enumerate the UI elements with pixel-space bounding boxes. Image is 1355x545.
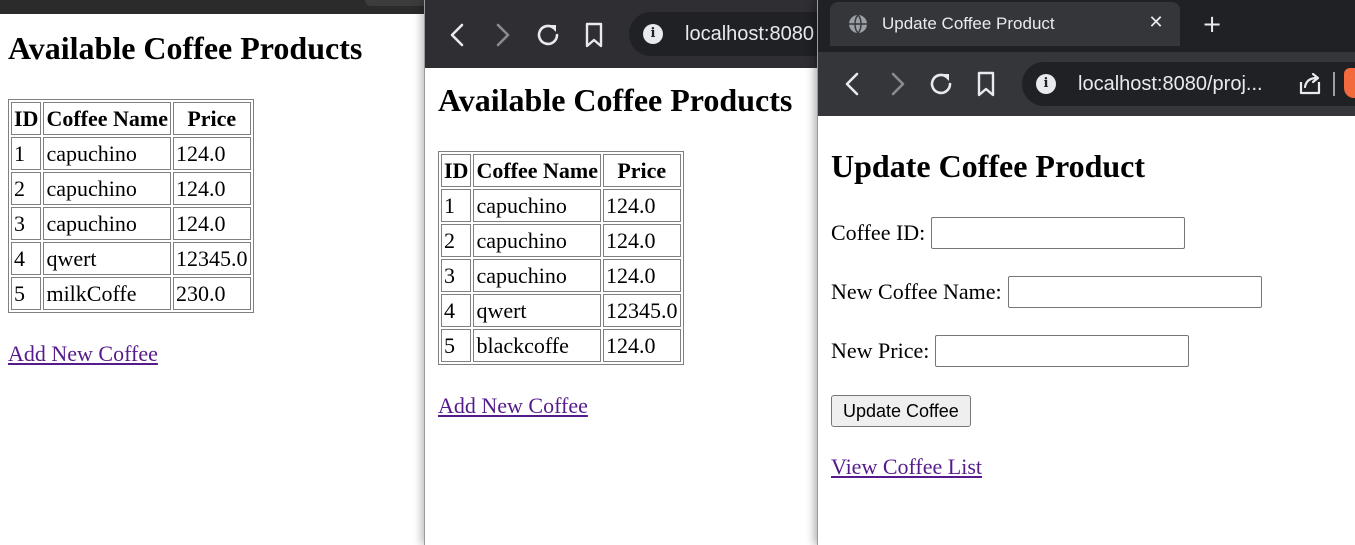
brave-shield-icon[interactable] xyxy=(1344,68,1355,98)
tab-update-coffee[interactable]: Update Coffee Product ✕ xyxy=(830,2,1180,46)
cell-id: 3 xyxy=(441,259,472,292)
cell-price: 12345.0 xyxy=(603,294,681,327)
browser-chrome-strip xyxy=(0,0,430,14)
window-coffee-list-1: Available Coffee Products ID Coffee Name… xyxy=(0,0,430,545)
cell-name: milkCoffe xyxy=(43,277,172,310)
table-row: 2 capuchino 124.0 xyxy=(11,172,251,205)
chevron-left-icon[interactable] xyxy=(443,20,473,50)
table-row: 1 capuchino 124.0 xyxy=(11,137,251,170)
table-header-row: ID Coffee Name Price xyxy=(441,154,681,187)
cell-price: 124.0 xyxy=(603,189,681,222)
cell-price: 124.0 xyxy=(173,207,251,240)
cell-name: capuchino xyxy=(473,259,602,292)
table-row: 1 capuchino 124.0 xyxy=(441,189,681,222)
address-bar[interactable]: i localhost:8080 xyxy=(629,12,824,56)
cell-price: 124.0 xyxy=(173,137,251,170)
cell-id: 1 xyxy=(441,189,472,222)
globe-icon xyxy=(848,14,868,34)
cell-name: blackcoffe xyxy=(473,329,602,362)
cell-name: capuchino xyxy=(43,207,172,240)
cell-name: qwert xyxy=(473,294,602,327)
cell-price: 124.0 xyxy=(173,172,251,205)
cell-id: 4 xyxy=(441,294,472,327)
page-title: Available Coffee Products xyxy=(8,30,363,66)
address-url: localhost:8080 xyxy=(685,23,814,45)
cell-id: 2 xyxy=(11,172,42,205)
add-new-coffee-link[interactable]: Add New Coffee xyxy=(438,393,588,419)
coffee-id-row: Coffee ID: xyxy=(831,217,1186,249)
price-label: New Price: xyxy=(831,338,930,363)
coffee-name-row: New Coffee Name: xyxy=(831,276,1262,308)
cell-price: 124.0 xyxy=(603,259,681,292)
coffee-table: ID Coffee Name Price 1 capuchino 124.0 2… xyxy=(438,151,684,365)
cell-name: capuchino xyxy=(473,224,602,257)
price-input[interactable] xyxy=(935,335,1190,367)
window-coffee-list-2: i localhost:8080 Available Coffee Produc… xyxy=(424,0,824,545)
tab-strip: Update Coffee Product ✕ + xyxy=(818,0,1355,52)
column-header: Coffee Name xyxy=(43,102,172,135)
close-icon[interactable]: ✕ xyxy=(1144,11,1168,35)
table-row: 3 capuchino 124.0 xyxy=(11,207,251,240)
cell-price: 12345.0 xyxy=(173,242,251,275)
view-coffee-list-link[interactable]: View Coffee List xyxy=(831,454,982,480)
update-coffee-button[interactable]: Update Coffee xyxy=(831,395,971,427)
share-icon[interactable] xyxy=(1296,70,1324,98)
column-header: Price xyxy=(173,102,251,135)
table-row: 2 capuchino 124.0 xyxy=(441,224,681,257)
tab-title: Update Coffee Product xyxy=(882,14,1055,33)
cell-price: 124.0 xyxy=(603,329,681,362)
chrome-notch xyxy=(365,0,430,6)
info-icon[interactable]: i xyxy=(1036,74,1056,94)
coffee-name-label: New Coffee Name: xyxy=(831,279,1002,304)
cell-name: capuchino xyxy=(43,172,172,205)
browser-toolbar: i localhost:8080/proj... xyxy=(818,52,1355,116)
toolbar-divider xyxy=(1333,72,1335,96)
column-header: ID xyxy=(11,102,42,135)
new-tab-button[interactable]: + xyxy=(1198,10,1226,38)
cell-name: capuchino xyxy=(473,189,602,222)
page-title: Available Coffee Products xyxy=(438,82,793,118)
coffee-id-input[interactable] xyxy=(931,217,1186,249)
table-row: 3 capuchino 124.0 xyxy=(441,259,681,292)
add-new-coffee-link[interactable]: Add New Coffee xyxy=(8,341,158,367)
table-header-row: ID Coffee Name Price xyxy=(11,102,251,135)
cell-price: 230.0 xyxy=(173,277,251,310)
coffee-id-label: Coffee ID: xyxy=(831,220,926,245)
coffee-name-input[interactable] xyxy=(1007,276,1262,308)
table-row: 5 milkCoffe 230.0 xyxy=(11,277,251,310)
table-row: 4 qwert 12345.0 xyxy=(11,242,251,275)
chevron-right-icon[interactable] xyxy=(882,69,912,99)
chevron-right-icon[interactable] xyxy=(487,20,517,50)
cell-id: 4 xyxy=(11,242,42,275)
reload-icon[interactable] xyxy=(926,69,956,99)
cell-id: 2 xyxy=(441,224,472,257)
bookmark-icon[interactable] xyxy=(971,69,1001,99)
table-row: 5 blackcoffe 124.0 xyxy=(441,329,681,362)
column-header: Coffee Name xyxy=(473,154,602,187)
chevron-left-icon[interactable] xyxy=(838,69,868,99)
browser-toolbar: i localhost:8080 xyxy=(425,0,824,68)
info-icon[interactable]: i xyxy=(643,24,663,44)
price-row: New Price: xyxy=(831,335,1190,367)
cell-id: 1 xyxy=(11,137,42,170)
cell-name: capuchino xyxy=(43,137,172,170)
reload-icon[interactable] xyxy=(533,20,563,50)
bookmark-icon[interactable] xyxy=(579,20,609,50)
column-header: ID xyxy=(441,154,472,187)
coffee-table: ID Coffee Name Price 1 capuchino 124.0 2… xyxy=(8,99,254,313)
cell-name: qwert xyxy=(43,242,172,275)
table-row: 4 qwert 12345.0 xyxy=(441,294,681,327)
address-url: localhost:8080/proj... xyxy=(1078,73,1263,95)
cell-id: 5 xyxy=(441,329,472,362)
cell-id: 3 xyxy=(11,207,42,240)
window-update-coffee: Update Coffee Product ✕ + i localhost:80… xyxy=(817,0,1355,545)
column-header: Price xyxy=(603,154,681,187)
page-title: Update Coffee Product xyxy=(831,148,1146,184)
cell-id: 5 xyxy=(11,277,42,310)
cell-price: 124.0 xyxy=(603,224,681,257)
